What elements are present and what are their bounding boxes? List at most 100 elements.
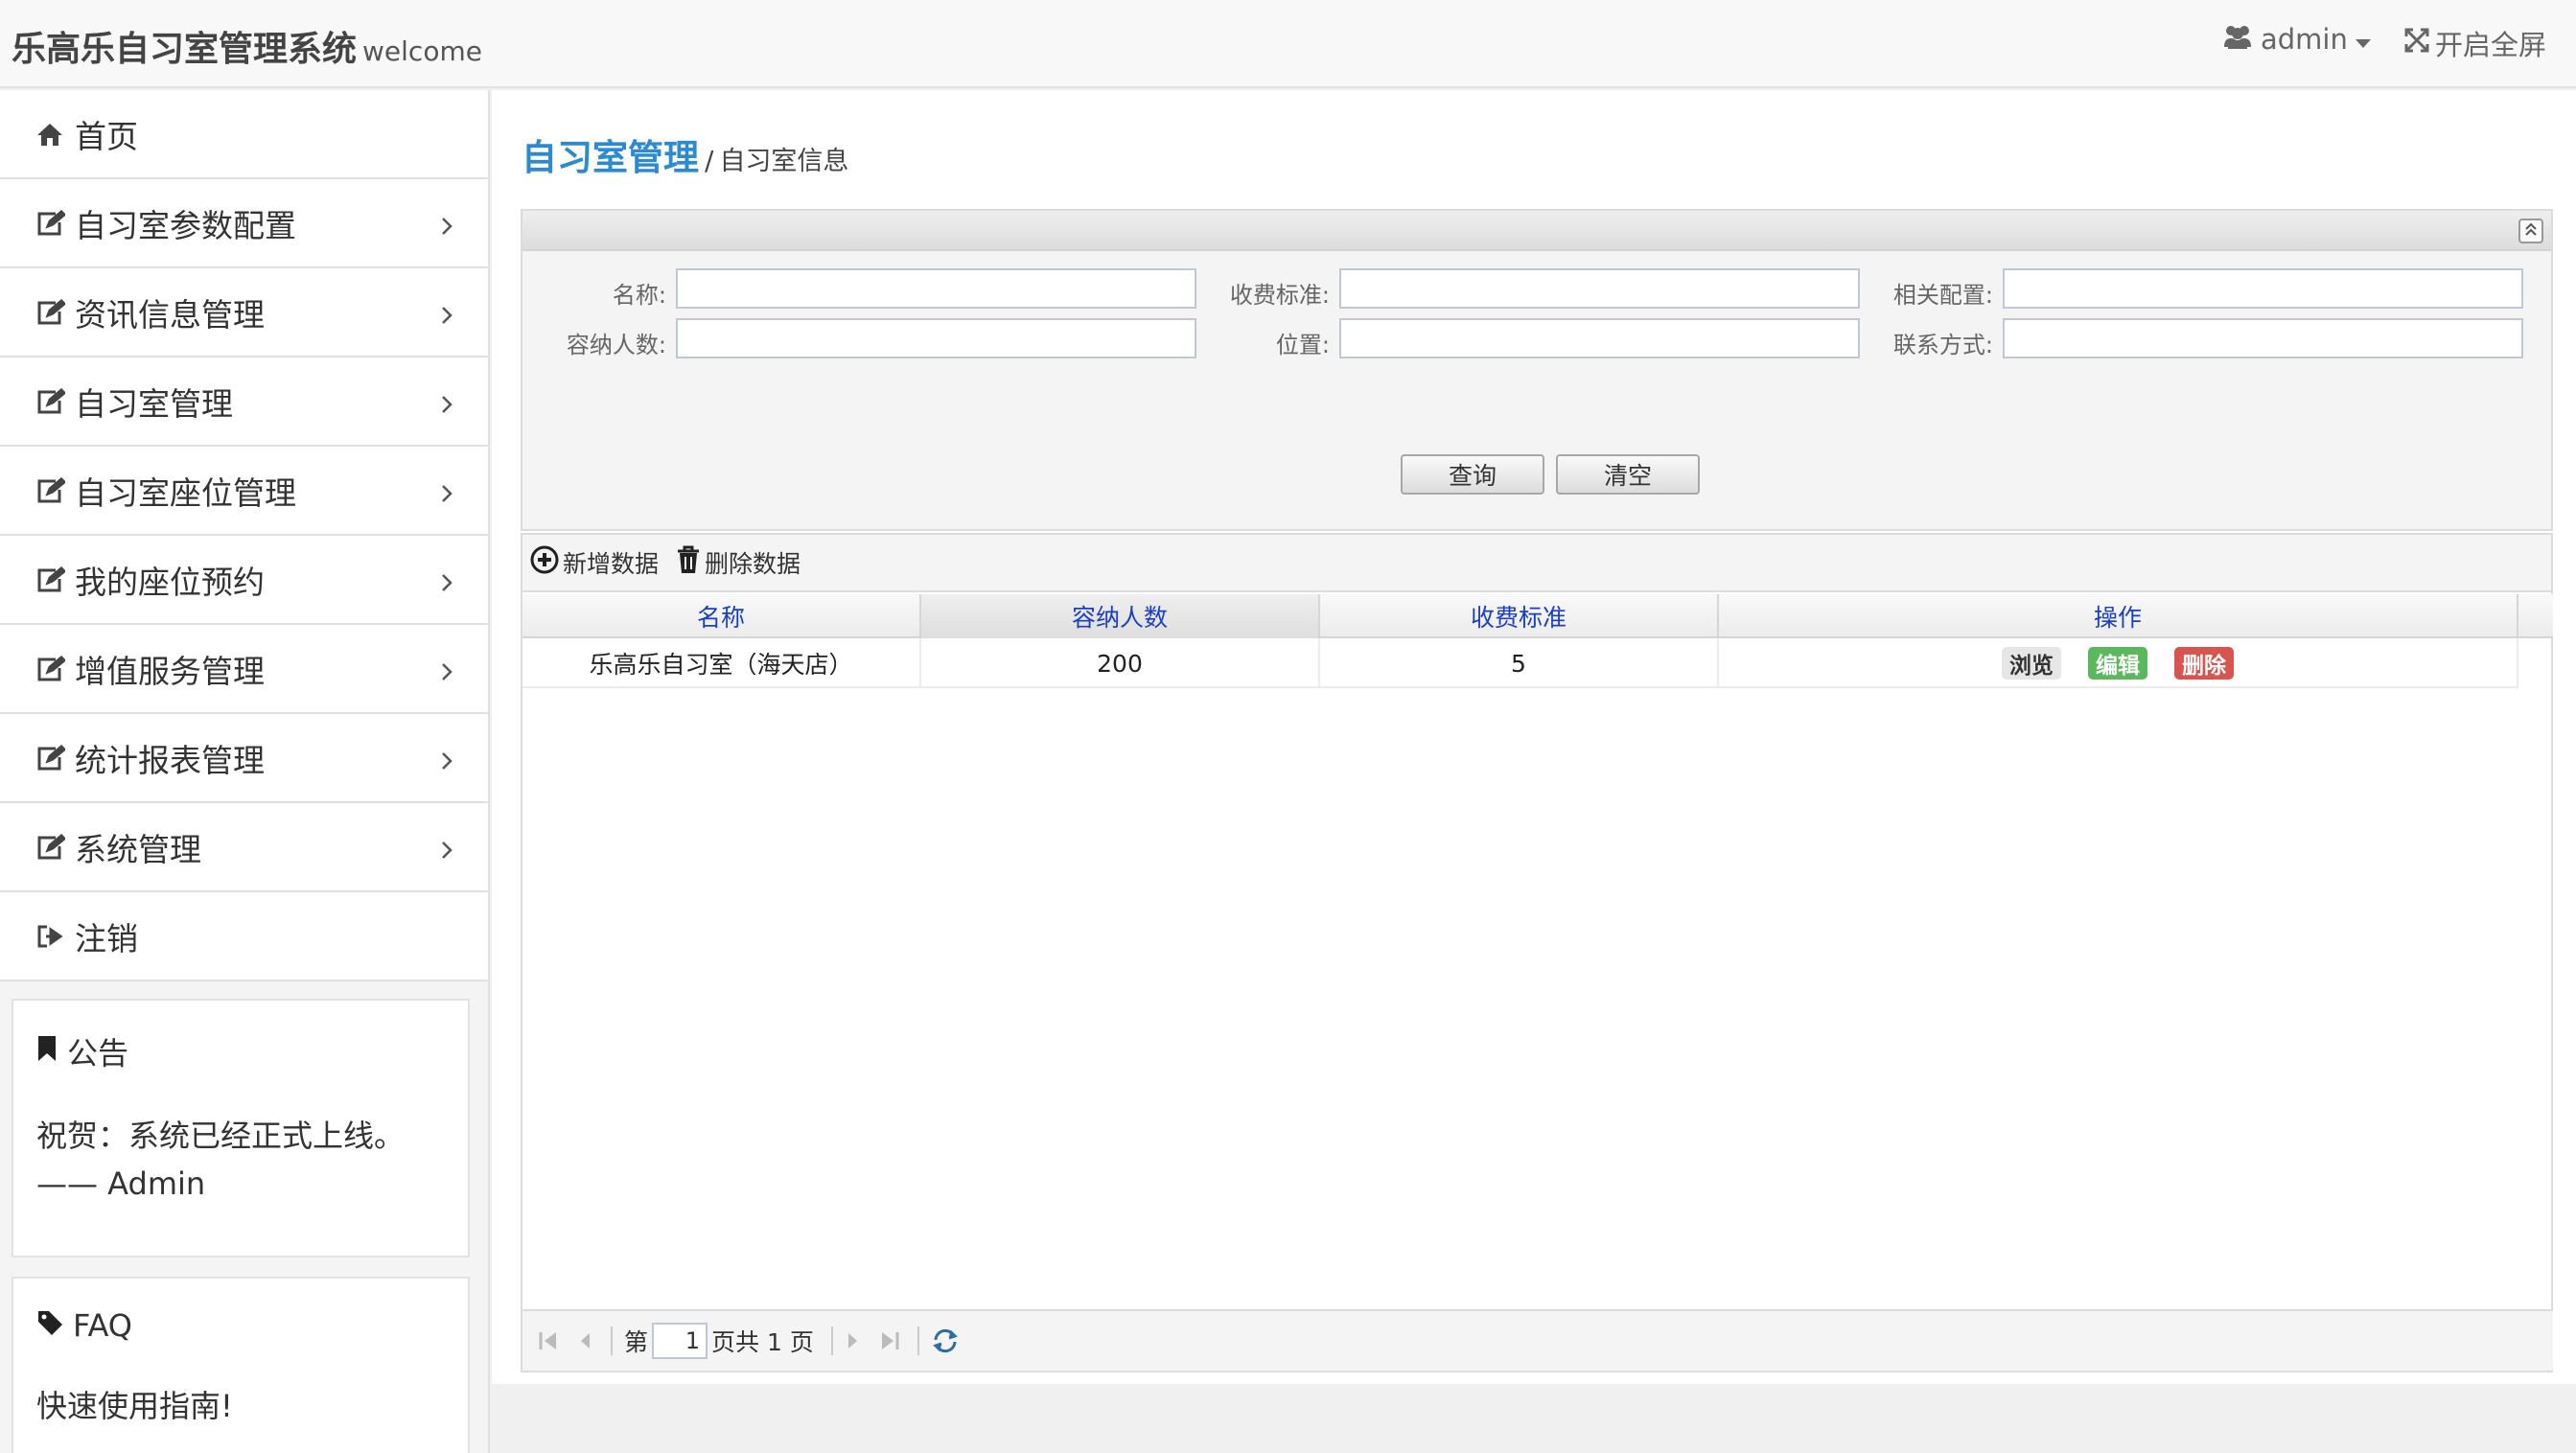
edit-icon [36,476,75,504]
edit-icon [36,209,75,237]
delete-data-button[interactable]: 删除数据 [676,545,801,580]
sidebar-item-label: 自习室管理 [75,384,233,423]
search-panel: 名称: 收费标准: 相关配置: 容纳人数: 位置: 联系方式: 查询 清空 [521,209,2553,531]
chevron-right-icon [440,475,453,513]
column-header-capacity[interactable]: 容纳人数 [921,594,1320,638]
sidebar-item-news[interactable]: 资讯信息管理 [0,268,488,357]
collapse-button[interactable] [2518,219,2543,243]
page-suffix: 页共 1 页 [711,1328,814,1356]
sidebar-item-my-reservations[interactable]: 我的座位预约 [0,536,488,625]
breadcrumb-main[interactable]: 自习室管理 [522,137,699,178]
sidebar-item-system[interactable]: 系统管理 [0,803,488,892]
page-footer-area [492,1384,2576,1453]
faq-panel: FAQ 快速使用指南! [12,1277,470,1453]
add-data-label: 新增数据 [563,550,660,578]
column-header-name[interactable]: 名称 [522,594,921,638]
prev-page-icon[interactable] [576,1329,593,1352]
clear-button[interactable]: 清空 [1556,454,1700,495]
capacity-input[interactable] [676,318,1196,358]
pagination-bar: 第 1 页共 1 页 [522,1309,2553,1371]
tag-icon [36,1307,63,1344]
sidebar-item-rooms[interactable]: 自习室管理 [0,357,488,447]
edit-icon [36,744,75,772]
cell-fee: 5 [1320,638,1719,688]
search-panel-header [522,211,2551,251]
trash-icon [676,545,701,580]
table-row[interactable]: 乐高乐自习室（海天店） 200 5 浏览 编辑 删除 [522,638,2518,688]
caret-down-icon [2355,23,2371,56]
sidebar-item-home[interactable]: 首页 [0,90,488,179]
edit-icon [36,655,75,682]
refresh-icon[interactable] [931,1327,960,1354]
edit-icon [36,833,75,861]
pager-divider [611,1326,613,1355]
delete-button[interactable]: 删除 [2174,647,2234,680]
sidebar-item-label: 自习室参数配置 [75,206,296,244]
first-page-icon[interactable] [538,1329,559,1352]
last-page-icon[interactable] [879,1329,900,1352]
cell-name: 乐高乐自习室（海天店） [522,638,921,688]
chevron-right-icon [440,743,453,780]
chevron-right-icon [440,208,453,245]
cell-actions: 浏览 编辑 删除 [1719,638,2518,688]
bookmark-icon [36,1033,58,1070]
breadcrumb-separator: / [705,145,714,176]
chevron-right-icon [440,654,453,691]
breadcrumb-current: 自习室信息 [719,147,849,176]
delete-data-label: 删除数据 [705,550,801,578]
edit-button[interactable]: 编辑 [2088,647,2147,680]
query-button[interactable]: 查询 [1401,454,1544,495]
table-header: 名称 容纳人数 收费标准 操作 [522,594,2553,638]
notice-line-2: —— Admin [36,1165,206,1202]
sidebar: 首页 自习室参数配置 资讯信息管理 自习室管理 自习室座位管理 我的座位预约 增… [0,90,490,1453]
sidebar-item-label: 首页 [75,117,138,155]
main-content: 自习室管理 / 自习室信息 名称: 收费标准: 相关配置: 容纳人数: 位置: 联系… [492,90,2576,1384]
app-title-text: 乐高乐自习室管理系统 [12,30,358,69]
edit-icon [36,298,75,326]
grid-toolbar: 新增数据 删除数据 [522,535,2551,592]
sidebar-item-seats[interactable]: 自习室座位管理 [0,447,488,536]
pager-divider [917,1326,919,1355]
top-bar: 乐高乐自习室管理系统 welcome admin 开启全屏 [0,0,2576,88]
name-label: 名称: [612,282,666,309]
home-icon [36,122,75,147]
edit-icon [36,565,75,593]
edit-icon [36,387,75,415]
sidebar-item-value-added[interactable]: 增值服务管理 [0,625,488,714]
column-header-fee[interactable]: 收费标准 [1320,594,1719,638]
page-number-input[interactable]: 1 [652,1323,708,1359]
capacity-label: 容纳人数: [566,332,666,358]
contact-label: 联系方式: [1892,332,1993,358]
view-button[interactable]: 浏览 [2002,647,2061,680]
fullscreen-button[interactable]: 开启全屏 [2404,23,2546,63]
data-grid: 新增数据 删除数据 名称 容纳人数 收费标准 操作 乐高乐自习室（海天店） 20… [521,533,2553,1372]
notice-title-text: 公告 [67,1035,129,1072]
location-input[interactable] [1339,318,1860,358]
next-page-icon[interactable] [845,1329,862,1352]
page-prefix: 第 [624,1328,649,1356]
fee-input[interactable] [1339,268,1860,309]
column-header-actions[interactable]: 操作 [1719,594,2518,638]
cell-capacity: 200 [921,638,1320,688]
sidebar-item-label: 资讯信息管理 [75,295,265,334]
sidebar-item-label: 注销 [75,919,138,957]
sidebar-item-reports[interactable]: 统计报表管理 [0,714,488,803]
notice-line-1: 祝贺：系统已经正式上线。 [36,1118,406,1154]
sidebar-item-logout[interactable]: 注销 [0,892,488,981]
config-input[interactable] [2003,268,2523,309]
faq-title: FAQ [36,1307,445,1344]
fee-label: 收费标准: [1229,282,1330,309]
sidebar-item-label: 系统管理 [75,830,201,868]
sidebar-item-room-params[interactable]: 自习室参数配置 [0,179,488,268]
sidebar-item-label: 自习室座位管理 [75,473,296,512]
user-menu[interactable]: admin [2222,23,2371,56]
contact-input[interactable] [2003,318,2523,358]
sidebar-item-label: 我的座位预约 [75,563,265,601]
notice-panel: 公告 祝贺：系统已经正式上线。 —— Admin [12,999,470,1257]
faq-title-text: FAQ [73,1307,132,1344]
add-data-button[interactable]: 新增数据 [530,545,659,580]
double-chevron-up-icon [2523,221,2539,241]
logout-icon [36,924,75,949]
config-label: 相关配置: [1892,282,1993,309]
name-input[interactable] [676,268,1196,309]
